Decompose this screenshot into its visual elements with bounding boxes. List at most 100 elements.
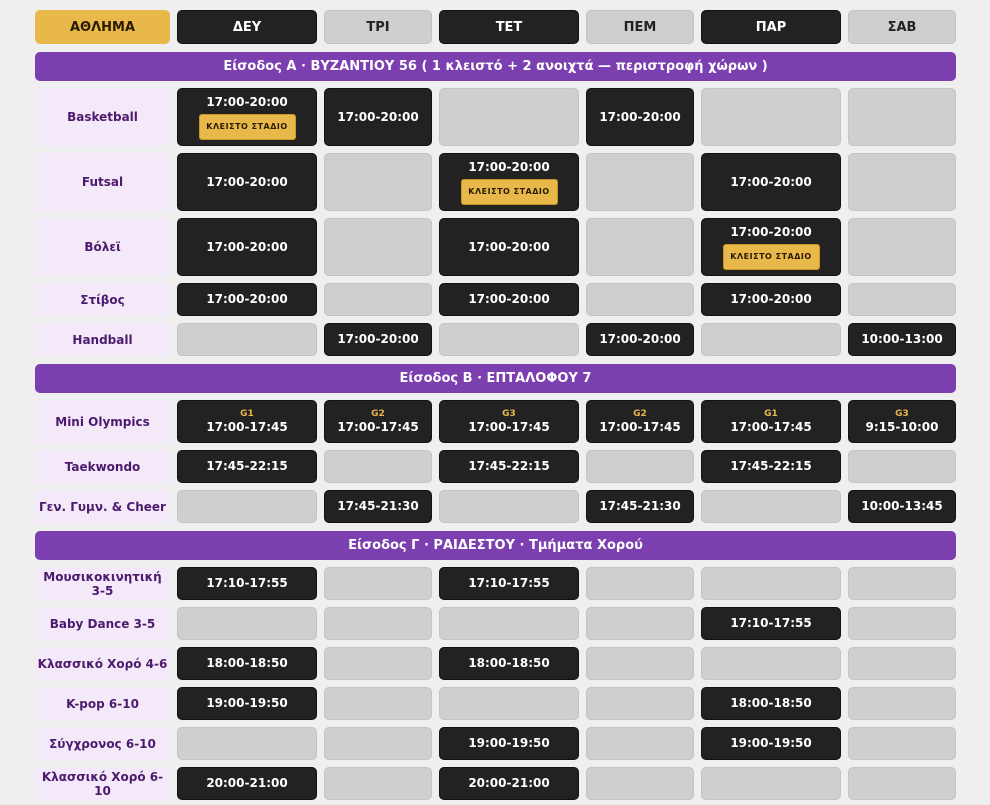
empty-slot — [439, 607, 579, 640]
schedule-slot[interactable]: G1 17:00-17:45 — [701, 400, 841, 443]
empty-slot — [701, 490, 841, 523]
time-label: 17:00-20:00 — [468, 292, 550, 306]
schedule-slot[interactable]: 17:10-17:55 — [439, 567, 579, 600]
time-label: 20:00-21:00 — [468, 776, 550, 790]
time-label: 17:00-20:00 — [206, 239, 288, 254]
time-label: 17:00-20:00 — [337, 332, 419, 346]
empty-slot — [701, 323, 841, 356]
closed-stadium-badge: ΚΛΕΙΣΤΟ ΣΤΑΔΙΟ — [722, 243, 820, 270]
empty-slot — [701, 88, 841, 146]
day-header-4[interactable]: ΠΕΜ — [586, 10, 694, 44]
time-label: 17:00-17:45 — [468, 419, 550, 434]
schedule-slot[interactable]: 19:00-19:50 — [439, 727, 579, 760]
schedule-slot[interactable]: 17:10-17:55 — [177, 567, 317, 600]
time-label: 17:45-21:30 — [599, 499, 681, 513]
time-label: 19:00-19:50 — [206, 696, 288, 710]
time-label: 18:00-18:50 — [206, 656, 288, 670]
time-label: 17:00-20:00 — [730, 224, 812, 239]
schedule-slot[interactable]: 17:00-20:00 — [586, 323, 694, 356]
time-label: 18:00-18:50 — [468, 656, 550, 670]
schedule-slot[interactable]: G2 17:00-17:45 — [586, 400, 694, 443]
schedule-slot[interactable]: 17:00-20:00 — [439, 283, 579, 316]
time-label: 17:00-17:45 — [599, 419, 681, 434]
schedule-slot[interactable]: 17:00-20:00 — [177, 283, 317, 316]
empty-slot — [177, 490, 317, 523]
empty-slot — [586, 153, 694, 211]
empty-slot — [324, 727, 432, 760]
schedule-slot[interactable]: 17:00-20:00 — [586, 88, 694, 146]
schedule-slot[interactable]: G1 17:00-17:45 — [177, 400, 317, 443]
day-header-6[interactable]: ΣΑΒ — [848, 10, 956, 44]
empty-slot — [324, 218, 432, 276]
time-label: 17:00-20:00 — [337, 109, 419, 124]
empty-slot — [848, 153, 956, 211]
empty-slot — [701, 567, 841, 600]
section-header: Είσοδος Γ · ΡΑΙΔΕΣΤΟΥ · Τμήματα Χορού — [35, 531, 956, 560]
sport-label: Taekwondo — [35, 450, 170, 483]
schedule-slot[interactable]: 17:45-22:15 — [177, 450, 317, 483]
schedule-slot[interactable]: 17:00-20:00 — [177, 218, 317, 276]
schedule-slot[interactable]: 20:00-21:00 — [177, 767, 317, 800]
empty-slot — [586, 647, 694, 680]
empty-slot — [439, 323, 579, 356]
day-header-3[interactable]: ΤΕΤ — [439, 10, 579, 44]
empty-slot — [324, 607, 432, 640]
empty-slot — [848, 567, 956, 600]
time-label: 17:00-20:00 — [468, 239, 550, 254]
schedule-slot[interactable]: G3 17:00-17:45 — [439, 400, 579, 443]
schedule-slot[interactable]: G2 17:00-17:45 — [324, 400, 432, 443]
day-header-5[interactable]: ΠΑΡ — [701, 10, 841, 44]
schedule-slot[interactable]: 17:00-20:00 — [324, 88, 432, 146]
empty-slot — [586, 767, 694, 800]
schedule-slot[interactable]: 17:00-20:00 — [324, 323, 432, 356]
schedule-slot[interactable]: 10:00-13:45 — [848, 490, 956, 523]
sport-label: Μουσικοκινητική 3-5 — [35, 567, 170, 600]
schedule-slot[interactable]: 17:00-20:00 ΚΛΕΙΣΤΟ ΣΤΑΔΙΟ — [439, 153, 579, 211]
schedule-slot[interactable]: 17:45-21:30 — [586, 490, 694, 523]
schedule-slot[interactable]: G3 9:15-10:00 — [848, 400, 956, 443]
empty-slot — [586, 283, 694, 316]
schedule-slot[interactable]: 18:00-18:50 — [439, 647, 579, 680]
time-label: 17:00-20:00 — [730, 292, 812, 306]
day-header-2[interactable]: ΤΡΙ — [324, 10, 432, 44]
schedule-slot[interactable]: 17:00-20:00 — [701, 283, 841, 316]
schedule-slot[interactable]: 17:00-20:00 ΚΛΕΙΣΤΟ ΣΤΑΔΙΟ — [701, 218, 841, 276]
schedule-slot[interactable]: 17:00-20:00 — [439, 218, 579, 276]
group-label: G3 — [895, 408, 909, 419]
time-label: 17:45-21:30 — [337, 499, 419, 513]
empty-slot — [848, 727, 956, 760]
time-label: 18:00-18:50 — [730, 696, 812, 710]
schedule-slot[interactable]: 17:45-22:15 — [701, 450, 841, 483]
time-label: 17:00-20:00 — [206, 94, 288, 109]
sport-label: Futsal — [35, 153, 170, 211]
time-label: 17:45-22:15 — [730, 459, 812, 473]
schedule-slot[interactable]: 19:00-19:50 — [177, 687, 317, 720]
schedule-slot[interactable]: 18:00-18:50 — [701, 687, 841, 720]
header-sport: ΑΘΛΗΜΑ — [35, 10, 170, 44]
schedule-slot[interactable]: 17:00-20:00 — [177, 153, 317, 211]
schedule-slot[interactable]: 19:00-19:50 — [701, 727, 841, 760]
time-label: 17:00-20:00 — [206, 174, 288, 189]
empty-slot — [439, 490, 579, 523]
empty-slot — [324, 687, 432, 720]
schedule-slot[interactable]: 10:00-13:00 — [848, 323, 956, 356]
schedule-slot[interactable]: 17:45-21:30 — [324, 490, 432, 523]
sport-label: Baby Dance 3-5 — [35, 607, 170, 640]
schedule-slot[interactable]: 17:45-22:15 — [439, 450, 579, 483]
day-header-1[interactable]: ΔΕΥ — [177, 10, 317, 44]
schedule-slot[interactable]: 17:00-20:00 — [701, 153, 841, 211]
schedule-slot[interactable]: 17:10-17:55 — [701, 607, 841, 640]
empty-slot — [848, 450, 956, 483]
empty-slot — [586, 218, 694, 276]
empty-slot — [848, 767, 956, 800]
schedule-slot[interactable]: 17:00-20:00 ΚΛΕΙΣΤΟ ΣΤΑΔΙΟ — [177, 88, 317, 146]
schedule-slot[interactable]: 18:00-18:50 — [177, 647, 317, 680]
sport-label: Handball — [35, 323, 170, 356]
sport-label: Mini Olympics — [35, 400, 170, 443]
time-label: 17:00-20:00 — [730, 174, 812, 189]
closed-stadium-badge: ΚΛΕΙΣΤΟ ΣΤΑΔΙΟ — [198, 113, 296, 140]
schedule-slot[interactable]: 20:00-21:00 — [439, 767, 579, 800]
time-label: 20:00-21:00 — [206, 776, 288, 790]
empty-slot — [324, 647, 432, 680]
empty-slot — [586, 687, 694, 720]
